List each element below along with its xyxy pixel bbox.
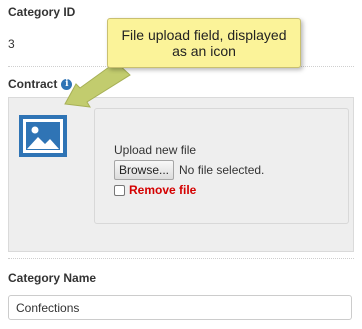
contract-label: Contract	[8, 77, 58, 91]
divider	[8, 258, 354, 259]
upload-label: Upload new file	[114, 143, 197, 157]
contract-field-label: Contract i	[8, 77, 73, 91]
callout-text-line-1: File upload field, displayed	[121, 27, 287, 43]
image-icon[interactable]	[19, 115, 67, 157]
category-id-value: 3	[8, 37, 15, 51]
annotation-callout: File upload field, displayed as an icon	[107, 18, 301, 68]
category-name-input[interactable]	[8, 295, 352, 320]
category-name-label: Category Name	[8, 271, 97, 285]
remove-file-checkbox[interactable]	[114, 184, 125, 196]
callout-text-line-2: as an icon	[172, 43, 236, 59]
file-upload-box: Upload new file Browse... No file select…	[94, 108, 349, 224]
remove-file-row: Remove file	[114, 183, 196, 197]
file-input-row: Browse... No file selected.	[114, 160, 264, 180]
browse-button[interactable]: Browse...	[114, 160, 175, 180]
remove-file-label[interactable]: Remove file	[129, 183, 196, 197]
category-id-label: Category ID	[8, 5, 76, 19]
file-status-text: No file selected.	[179, 163, 265, 177]
info-icon[interactable]: i	[61, 78, 73, 90]
upload-panel: Upload new file Browse... No file select…	[8, 97, 354, 252]
